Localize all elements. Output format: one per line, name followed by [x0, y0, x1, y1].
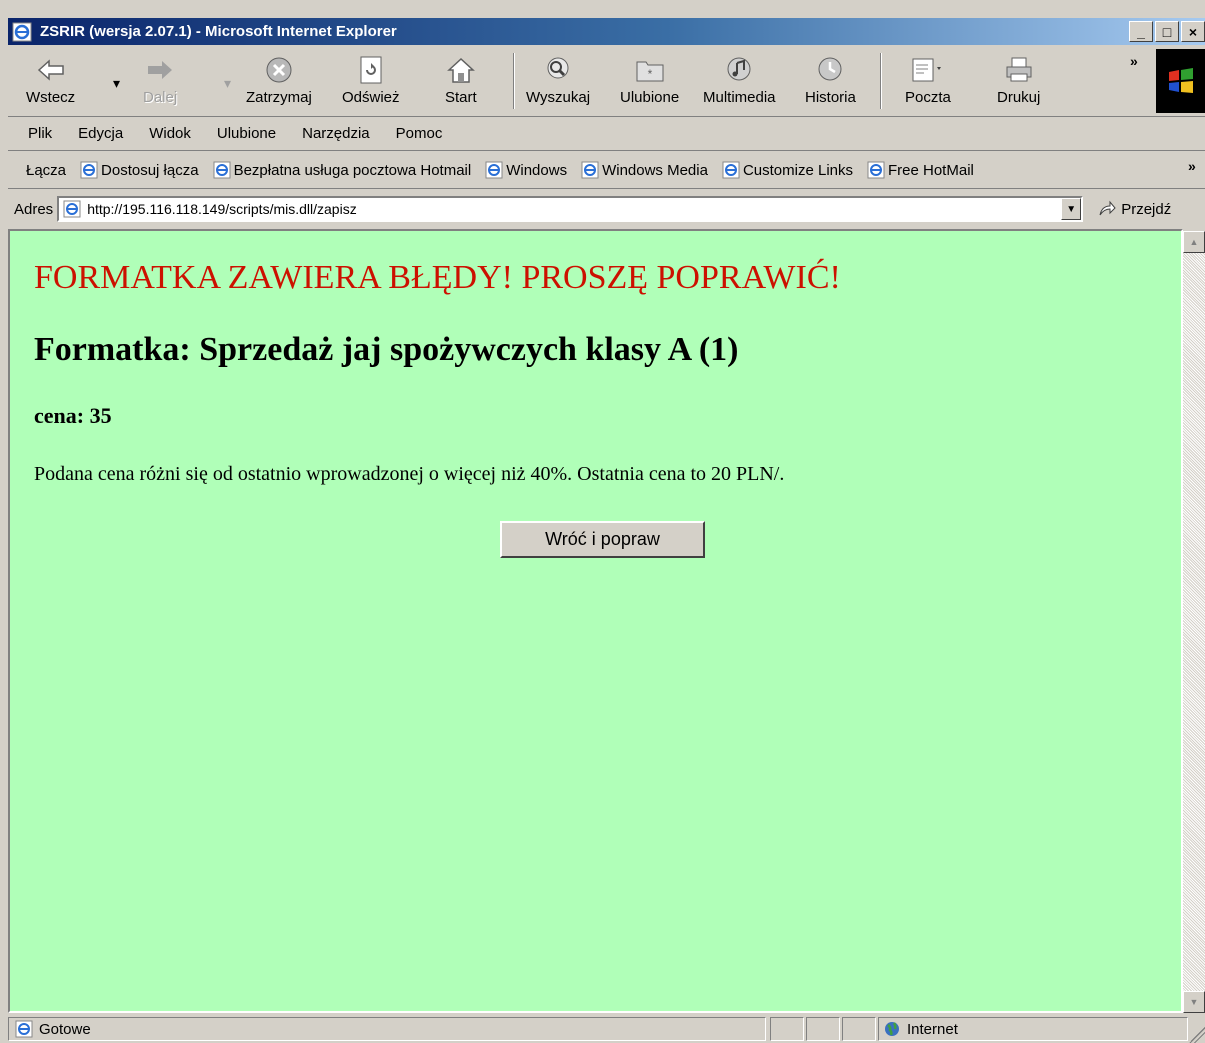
back-and-fix-button[interactable]: Wróć i popraw	[500, 521, 705, 558]
standard-toolbar: Wstecz ▾ Dalej ▾ Zatrzymaj Odśwież Start…	[8, 45, 1205, 117]
history-icon	[818, 57, 842, 81]
link-dostosuj[interactable]: Dostosuj łącza	[80, 161, 199, 179]
stop-icon	[266, 57, 292, 83]
print-button[interactable]: Drukuj	[997, 51, 1040, 113]
ie-page-icon	[867, 161, 885, 179]
history-button[interactable]: Historia	[805, 51, 856, 113]
vertical-scrollbar[interactable]: ▲ ▼	[1183, 231, 1205, 1013]
status-panel-1	[770, 1017, 804, 1041]
ie-page-icon	[213, 161, 231, 179]
close-button[interactable]: ×	[1181, 21, 1205, 42]
chevron-down-icon: ▼	[1066, 203, 1077, 215]
back-arrow-icon	[37, 59, 64, 81]
refresh-icon	[360, 56, 382, 84]
favorites-folder-icon: *	[636, 61, 664, 82]
menu-tools[interactable]: Narzędzia	[302, 125, 370, 142]
svg-text:*: *	[647, 67, 652, 81]
back-dropdown-icon[interactable]: ▾	[113, 75, 120, 92]
menu-favorites[interactable]: Ulubione	[217, 125, 276, 142]
search-button[interactable]: Wyszukaj	[526, 51, 590, 113]
media-icon	[727, 57, 751, 81]
status-bar: Gotowe Internet	[8, 1015, 1205, 1043]
link-windows-media[interactable]: Windows Media	[581, 161, 708, 179]
windows-logo	[1156, 49, 1205, 113]
address-label: Adres	[14, 200, 54, 218]
status-text: Gotowe	[39, 1020, 91, 1038]
address-dropdown-button[interactable]: ▼	[1061, 198, 1082, 220]
ie-app-icon	[12, 22, 32, 41]
window-title: ZSRIR (wersja 2.07.1) - Microsoft Intern…	[40, 23, 397, 40]
media-button[interactable]: Multimedia	[703, 51, 776, 113]
title-bar: ZSRIR (wersja 2.07.1) - Microsoft Intern…	[8, 18, 1205, 45]
scroll-up-button[interactable]: ▲	[1183, 231, 1205, 253]
printer-icon	[1006, 57, 1032, 82]
menu-edit[interactable]: Edycja	[78, 125, 123, 142]
link-hotmail-pl[interactable]: Bezpłatna usługa pocztowa Hotmail	[213, 161, 471, 179]
ie-page-icon	[485, 161, 503, 179]
zone-label: Internet	[907, 1020, 958, 1038]
links-label: Łącza	[26, 161, 67, 179]
ie-page-icon	[63, 200, 81, 218]
maximize-button[interactable]: □	[1155, 21, 1179, 42]
go-button[interactable]: Przejdź	[1097, 200, 1171, 218]
menu-view[interactable]: Widok	[149, 125, 191, 142]
status-text-panel: Gotowe	[8, 1017, 766, 1041]
stop-button[interactable]: Zatrzymaj	[246, 51, 312, 113]
error-heading: FORMATKA ZAWIERA BŁĘDY! PROSZĘ POPRAWIĆ!	[34, 259, 841, 296]
go-arrow-icon	[1099, 200, 1116, 216]
ie-page-icon	[581, 161, 599, 179]
home-button[interactable]: Start	[445, 51, 477, 113]
forward-dropdown-icon: ▾	[224, 75, 232, 91]
arrow-up-icon: ▲	[1189, 237, 1199, 247]
mail-button[interactable]: Poczta	[905, 51, 951, 113]
address-url: http://195.116.118.149/scripts/mis.dll/z…	[87, 201, 357, 217]
mail-icon	[912, 58, 941, 82]
menu-help[interactable]: Pomoc	[396, 125, 443, 142]
windows-flag-icon	[1168, 68, 1193, 93]
link-free-hotmail[interactable]: Free HotMail	[867, 161, 974, 179]
search-icon	[547, 57, 569, 79]
toolbar-more-chevron[interactable]: »	[1130, 53, 1138, 69]
ie-page-icon	[15, 1020, 33, 1038]
forward-arrow-icon	[148, 61, 173, 79]
link-windows[interactable]: Windows	[485, 161, 567, 179]
form-title: Formatka: Sprzedaż jaj spożywczych klasy…	[34, 331, 739, 368]
forward-button[interactable]: Dalej	[143, 51, 177, 113]
links-more-chevron[interactable]: »	[1188, 158, 1196, 174]
links-bar: Łącza Dostosuj łącza Bezpłatna usługa po…	[8, 152, 1205, 189]
scroll-down-button[interactable]: ▼	[1183, 991, 1205, 1013]
ie-page-icon	[722, 161, 740, 179]
arrow-down-icon: ▼	[1189, 997, 1199, 1007]
ie-page-icon	[80, 161, 98, 179]
home-icon	[446, 57, 475, 83]
minimize-button[interactable]: _	[1129, 21, 1153, 42]
security-zone-panel: Internet	[878, 1017, 1188, 1041]
back-button[interactable]: Wstecz	[26, 51, 75, 113]
favorites-button[interactable]: * Ulubione	[620, 51, 679, 113]
globe-icon	[885, 1022, 899, 1036]
status-panel-3	[842, 1017, 876, 1041]
address-input[interactable]: http://195.116.118.149/scripts/mis.dll/z…	[57, 196, 1084, 222]
address-bar: Adres http://195.116.118.149/scripts/mis…	[8, 190, 1205, 228]
refresh-button[interactable]: Odśwież	[342, 51, 400, 113]
resize-grip[interactable]	[1189, 1027, 1205, 1043]
status-panel-2	[806, 1017, 840, 1041]
page-content: FORMATKA ZAWIERA BŁĘDY! PROSZĘ POPRAWIĆ!…	[8, 229, 1183, 1013]
menu-file[interactable]: Plik	[28, 125, 52, 142]
validation-message: Podana cena różni się od ostatnio wprowa…	[34, 463, 785, 485]
field-value: cena: 35	[34, 403, 112, 428]
menu-bar: Plik Edycja Widok Ulubione Narzędzia Pom…	[8, 117, 1205, 151]
link-customize-links[interactable]: Customize Links	[722, 161, 853, 179]
